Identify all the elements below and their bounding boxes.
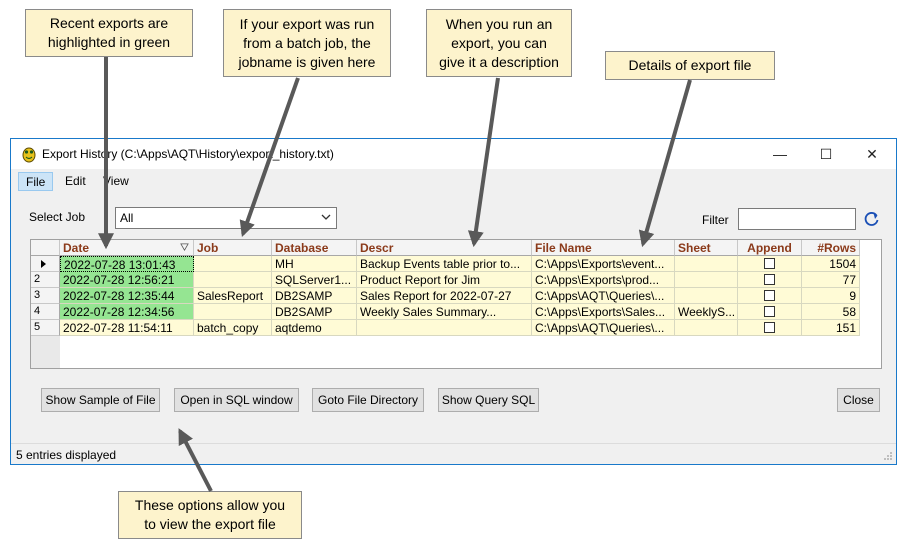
cell-job[interactable]: batch_copy xyxy=(194,320,272,336)
menu-edit[interactable]: Edit xyxy=(58,172,93,191)
row-header[interactable]: 3 xyxy=(31,288,60,304)
column-header-rows[interactable]: #Rows xyxy=(802,240,860,256)
append-checkbox[interactable] xyxy=(764,322,775,333)
row-header[interactable] xyxy=(31,256,60,272)
cell-rows[interactable]: 58 xyxy=(802,304,860,320)
cell-descr[interactable] xyxy=(357,320,532,336)
cell-file-name[interactable]: C:\Apps\AQT\Queries\... xyxy=(532,288,675,304)
cell-append[interactable] xyxy=(738,304,802,320)
menu-view[interactable]: View xyxy=(96,172,136,191)
corner-header xyxy=(31,240,60,256)
column-header-date[interactable]: Date xyxy=(60,240,194,256)
cell-database[interactable]: DB2SAMP xyxy=(272,304,357,320)
cell-append[interactable] xyxy=(738,288,802,304)
cell-job[interactable] xyxy=(194,304,272,320)
refresh-icon[interactable] xyxy=(863,210,881,228)
cell-job[interactable]: SalesReport xyxy=(194,288,272,304)
export-history-window: Export History (C:\Apps\AQT\History\expo… xyxy=(10,138,897,465)
open-in-sql-button[interactable]: Open in SQL window xyxy=(174,388,299,412)
cell-file-name[interactable]: C:\Apps\Exports\event... xyxy=(532,256,675,272)
append-checkbox[interactable] xyxy=(764,274,775,285)
callout-batch-job: If your export was run from a batch job,… xyxy=(223,9,391,77)
append-checkbox[interactable] xyxy=(764,306,775,317)
cell-append[interactable] xyxy=(738,320,802,336)
table-row[interactable]: 2 2022-07-28 12:56:21 SQLServer1... Prod… xyxy=(31,272,881,288)
append-checkbox[interactable] xyxy=(764,290,775,301)
filter-label: Filter xyxy=(702,213,729,227)
cell-descr[interactable]: Sales Report for 2022-07-27 xyxy=(357,288,532,304)
grid-header-row: Date Job Database Descr File Name Sheet … xyxy=(31,240,881,256)
cell-sheet[interactable] xyxy=(675,272,738,288)
cell-descr[interactable]: Backup Events table prior to... xyxy=(357,256,532,272)
append-checkbox[interactable] xyxy=(764,258,775,269)
cell-rows[interactable]: 9 xyxy=(802,288,860,304)
cell-database[interactable]: SQLServer1... xyxy=(272,272,357,288)
close-window-button[interactable]: ✕ xyxy=(849,139,895,169)
cell-rows[interactable]: 1504 xyxy=(802,256,860,272)
row-header[interactable]: 4 xyxy=(31,304,60,320)
cell-rows[interactable]: 77 xyxy=(802,272,860,288)
column-header-job[interactable]: Job xyxy=(194,240,272,256)
chevron-down-icon xyxy=(321,214,331,220)
cell-job[interactable] xyxy=(194,272,272,288)
callout-description: When you run an export, you can give it … xyxy=(426,9,572,77)
row-header[interactable]: 5 xyxy=(31,320,60,336)
callout-details: Details of export file xyxy=(605,51,775,80)
column-header-database[interactable]: Database xyxy=(272,240,357,256)
cell-rows[interactable]: 151 xyxy=(802,320,860,336)
cell-descr[interactable]: Product Report for Jim xyxy=(357,272,532,288)
cell-file-name[interactable]: C:\Apps\AQT\Queries\... xyxy=(532,320,675,336)
cell-sheet[interactable] xyxy=(675,320,738,336)
table-row[interactable]: 2022-07-28 13:01:43 MH Backup Events tab… xyxy=(31,256,881,272)
menu-file[interactable]: File xyxy=(18,172,54,191)
select-job-value: All xyxy=(120,211,134,225)
select-job-label: Select Job xyxy=(29,210,86,224)
cell-job[interactable] xyxy=(194,256,272,272)
column-header-descr[interactable]: Descr xyxy=(357,240,532,256)
title-bar: Export History (C:\Apps\AQT\History\expo… xyxy=(11,139,896,169)
minimize-button[interactable]: — xyxy=(757,139,803,169)
cell-append[interactable] xyxy=(738,272,802,288)
cell-date[interactable]: 2022-07-28 11:54:11 xyxy=(60,320,194,336)
column-header-append[interactable]: Append xyxy=(738,240,802,256)
select-job-dropdown[interactable]: All xyxy=(115,207,337,229)
table-row[interactable]: 5 2022-07-28 11:54:11 batch_copy aqtdemo… xyxy=(31,320,881,336)
cell-sheet[interactable] xyxy=(675,288,738,304)
cell-database[interactable]: aqtdemo xyxy=(272,320,357,336)
status-text: 5 entries displayed xyxy=(16,448,117,462)
filter-funnel-icon xyxy=(180,243,189,252)
resize-grip-icon[interactable] xyxy=(883,451,893,461)
table-row[interactable]: 3 2022-07-28 12:35:44 SalesReport DB2SAM… xyxy=(31,288,881,304)
cell-append[interactable] xyxy=(738,256,802,272)
row-header[interactable]: 2 xyxy=(31,272,60,288)
column-header-sheet[interactable]: Sheet xyxy=(675,240,738,256)
cell-database[interactable]: DB2SAMP xyxy=(272,288,357,304)
cell-date[interactable]: 2022-07-28 13:01:43 xyxy=(60,256,194,272)
cell-sheet[interactable] xyxy=(675,256,738,272)
cell-date[interactable]: 2022-07-28 12:35:44 xyxy=(60,288,194,304)
show-sample-button[interactable]: Show Sample of File xyxy=(41,388,160,412)
cell-database[interactable]: MH xyxy=(272,256,357,272)
cell-date[interactable]: 2022-07-28 12:34:56 xyxy=(60,304,194,320)
table-row[interactable]: 4 2022-07-28 12:34:56 DB2SAMP Weekly Sal… xyxy=(31,304,881,320)
cell-date[interactable]: 2022-07-28 12:56:21 xyxy=(60,272,194,288)
filter-input[interactable] xyxy=(738,208,856,230)
cell-file-name[interactable]: C:\Apps\Exports\Sales... xyxy=(532,304,675,320)
frog-icon xyxy=(22,147,36,163)
close-button[interactable]: Close xyxy=(837,388,880,412)
window-title: Export History (C:\Apps\AQT\History\expo… xyxy=(42,147,334,161)
cell-sheet[interactable]: WeeklyS... xyxy=(675,304,738,320)
status-bar: 5 entries displayed xyxy=(11,443,896,464)
row-pointer-icon xyxy=(41,260,46,268)
cell-file-name[interactable]: C:\Apps\Exports\prod... xyxy=(532,272,675,288)
export-history-grid[interactable]: Date Job Database Descr File Name Sheet … xyxy=(30,239,882,369)
goto-file-directory-button[interactable]: Goto File Directory xyxy=(312,388,424,412)
callout-recent-exports: Recent exports are highlighted in green xyxy=(25,9,193,57)
show-query-sql-button[interactable]: Show Query SQL xyxy=(438,388,539,412)
maximize-button[interactable]: ☐ xyxy=(803,139,849,169)
cell-descr[interactable]: Weekly Sales Summary... xyxy=(357,304,532,320)
menu-bar: File Edit View xyxy=(11,169,896,191)
callout-options: These options allow you to view the expo… xyxy=(118,491,302,539)
column-header-file-name[interactable]: File Name xyxy=(532,240,675,256)
